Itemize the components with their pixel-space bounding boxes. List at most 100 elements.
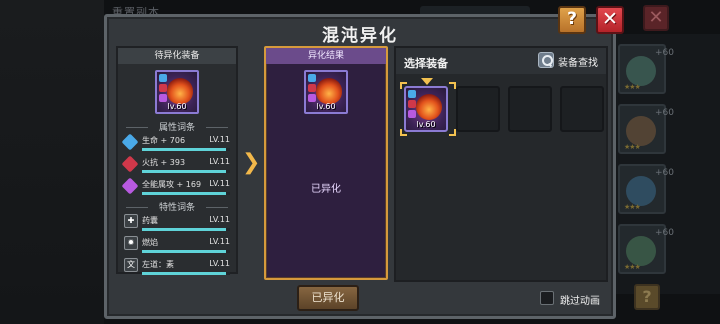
selection-corner — [400, 129, 407, 136]
selection-corner — [400, 82, 407, 89]
help-button[interactable]: ? — [558, 6, 586, 34]
skip-animation-toggle[interactable]: 跳过动画 — [540, 290, 610, 308]
trait-row: ✚ 药囊 LV.11 — [124, 214, 234, 236]
attribute-level: LV.11 — [209, 157, 230, 166]
trait-level: LV.11 — [209, 259, 230, 268]
gem-icon — [308, 84, 316, 92]
result-panel: 异化结果 lv.60 已异化 — [264, 46, 388, 280]
skip-animation-label: 跳过动画 — [560, 296, 600, 307]
card-plus: +60 — [655, 168, 674, 178]
background-hero-card: +60 ★★★ — [618, 104, 674, 154]
potion-bag-icon: ✚ — [124, 214, 138, 228]
attribute-row: 火抗 + 393 LV.11 — [121, 155, 234, 178]
flame-armor-icon — [416, 94, 442, 120]
hero-thumbnail-icon — [626, 176, 656, 206]
attribute-progress-bar — [142, 192, 230, 195]
trait-row: ✹ 燃焰 LV.11 — [124, 236, 234, 258]
search-label: 装备查找 — [558, 58, 598, 69]
item-level: lv.60 — [316, 102, 336, 111]
choose-title: 选择装备 — [404, 57, 448, 70]
equipment-search-button[interactable]: 装备查找 — [538, 52, 604, 70]
burning-flame-icon: ✹ — [124, 236, 138, 250]
attribute-level: LV.11 — [209, 179, 230, 188]
card-stars: ★★★ — [624, 83, 641, 91]
trait-name: 左道：素 — [142, 260, 174, 269]
equipment-slot-empty[interactable] — [560, 86, 604, 132]
background-hero-card: +60 ★★★ — [618, 164, 674, 214]
left-path-icon: 文 — [124, 258, 138, 272]
close-button[interactable]: ✕ — [596, 6, 624, 34]
selection-arrow-icon — [421, 78, 433, 85]
flame-armor-icon — [316, 78, 342, 104]
gem-icon — [308, 94, 316, 102]
pending-equipment-panel: 待异化装备 lv.60 属性词条 生命 + 706 LV.11 火抗 + 393 LV… — [116, 46, 238, 275]
skip-animation-checkbox[interactable] — [540, 291, 554, 305]
equipment-slot-empty[interactable] — [508, 86, 552, 132]
result-item-slot[interactable]: lv.60 — [304, 70, 348, 114]
card-plus: +60 — [655, 108, 674, 118]
trait-progress-bar — [142, 250, 230, 253]
hero-thumbnail-icon — [626, 116, 656, 146]
alienated-button[interactable]: 已异化 — [297, 285, 359, 311]
fire-resist-icon — [121, 155, 139, 173]
gem-icon — [408, 100, 416, 108]
all-element-icon — [121, 177, 139, 195]
attribute-name: 生命 + 706 — [142, 136, 186, 145]
gem-icon — [159, 94, 167, 102]
card-plus: +60 — [655, 48, 674, 58]
attribute-progress-bar — [142, 148, 230, 151]
magnifier-icon — [538, 52, 554, 68]
trait-level: LV.11 — [209, 237, 230, 246]
trait-name: 药囊 — [142, 216, 158, 225]
attribute-row: 生命 + 706 LV.11 — [121, 133, 234, 156]
gem-icon — [408, 110, 416, 118]
item-level: lv.60 — [416, 120, 436, 129]
equipment-slot-empty[interactable] — [456, 86, 500, 132]
attribute-progress-fill — [142, 192, 226, 195]
background-hero-card: +60 ★★★ — [618, 44, 674, 94]
trait-name: 燃焰 — [142, 238, 158, 247]
trait-row: 文左道：素 LV.11 — [124, 258, 234, 280]
trait-progress-fill — [142, 272, 226, 275]
attributes-label: 属性词条 — [118, 120, 236, 133]
life-icon — [121, 133, 139, 151]
attribute-row: 全能属攻 + 169 LV.11 — [121, 177, 234, 200]
attribute-progress-fill — [142, 170, 226, 173]
card-stars: ★★★ — [624, 263, 641, 271]
attribute-progress-fill — [142, 148, 226, 151]
gem-icon — [159, 84, 167, 92]
selection-corner — [449, 129, 456, 136]
trait-progress-bar — [142, 228, 230, 231]
gem-icon — [159, 74, 167, 82]
attribute-progress-bar — [142, 170, 230, 173]
card-stars: ★★★ — [624, 143, 641, 151]
selected-equipment-slot[interactable]: lv.60 — [404, 86, 448, 132]
choose-header: 选择装备 装备查找 — [396, 48, 606, 74]
trait-progress-fill — [142, 228, 226, 231]
arrow-right-icon: ❯ — [242, 150, 261, 175]
trait-level: LV.11 — [209, 215, 230, 224]
item-level: lv.60 — [167, 102, 187, 111]
result-header: 异化结果 — [266, 48, 386, 64]
attribute-level: LV.11 — [209, 135, 230, 144]
hero-thumbnail-icon — [626, 236, 656, 266]
pending-header: 待异化装备 — [118, 48, 236, 64]
choose-equipment-panel: 选择装备 装备查找 lv.60 — [394, 46, 608, 282]
flame-armor-icon — [167, 78, 193, 104]
gem-icon — [408, 90, 416, 98]
card-plus: +60 — [655, 228, 674, 238]
attribute-name: 全能属攻 + 169 — [142, 180, 202, 189]
pending-item-slot[interactable]: lv.60 — [155, 70, 199, 114]
gem-icon — [308, 74, 316, 82]
traits-label: 特性词条 — [118, 200, 236, 213]
selection-corner — [449, 82, 456, 89]
dialog-title: 混沌异化 — [322, 26, 398, 46]
trait-progress-bar — [142, 272, 230, 275]
background-hero-card: +60 ★★★ — [618, 224, 674, 274]
background-help-button: ? — [634, 284, 660, 310]
card-stars: ★★★ — [624, 203, 641, 211]
background-left-area — [0, 0, 104, 324]
result-status: 已异化 — [311, 184, 341, 195]
attribute-name: 火抗 + 393 — [142, 158, 186, 167]
background-close-button: ✕ — [643, 5, 669, 31]
